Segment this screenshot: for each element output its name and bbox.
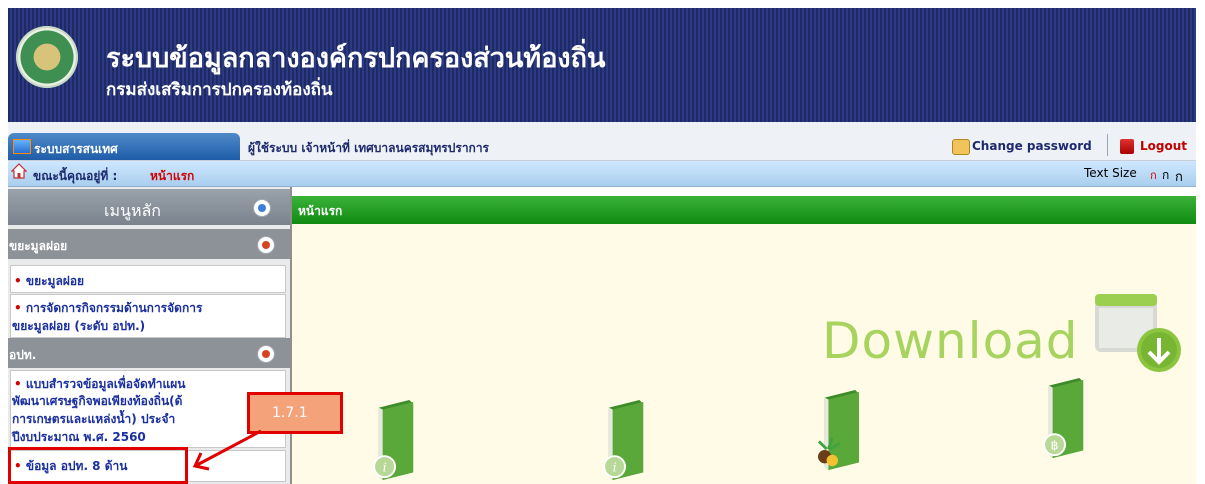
sidebar-section-title[interactable]: ขยะมูลฝอย	[9, 237, 67, 256]
text-size-large[interactable]: ก	[1175, 166, 1183, 187]
section-toggle-icon[interactable]	[257, 236, 275, 254]
text-size-small[interactable]: ก	[1150, 166, 1157, 184]
baht-book-icon[interactable]: ฿	[1040, 378, 1092, 458]
svg-text:i: i	[613, 460, 617, 474]
sidebar-title: เมนูหลัก	[104, 201, 161, 220]
agriculture-book-icon[interactable]	[812, 390, 864, 470]
svg-text:฿: ฿	[1051, 438, 1059, 452]
info-book-icon[interactable]: i	[600, 400, 652, 480]
system-tab-label[interactable]: ระบบสารสนเทศ	[34, 140, 118, 159]
bullet-icon: •	[14, 377, 26, 391]
change-password-link[interactable]: Change password	[972, 139, 1092, 153]
annotation-label: 1.7.1	[272, 405, 308, 421]
text-size-label: Text Size	[1084, 166, 1137, 180]
monitor-icon	[13, 139, 31, 154]
site-title: ระบบข้อมูลกลางองค์กรปกครองส่วนท้องถิ่น	[106, 43, 606, 74]
logout-icon[interactable]	[1120, 139, 1134, 154]
location-label: ขณะนี้คุณอยู่ที่ :	[33, 169, 118, 183]
download-banner-text[interactable]: Download	[822, 312, 1079, 370]
text-size-medium[interactable]: ก	[1162, 166, 1169, 185]
key-folder-icon[interactable]	[952, 139, 970, 155]
main-panel-header	[292, 196, 1196, 224]
section-toggle-icon[interactable]	[257, 345, 275, 363]
bullet-icon: •	[14, 274, 26, 288]
bullet-icon: •	[14, 301, 26, 315]
user-info-text: ผู้ใช้ระบบ เจ้าหน้าที่ เทศบาลนครสมุทรปรา…	[248, 141, 490, 155]
sidebar-section-header[interactable]	[8, 338, 290, 368]
annotation-highlight-box	[8, 447, 188, 484]
sidebar-item-label-cont[interactable]: ปีงบประมาณ พ.ศ. 2560	[12, 428, 146, 447]
department-seal-logo	[16, 26, 78, 88]
home-icon[interactable]	[11, 163, 27, 179]
sidebar-item-label-cont[interactable]: ขยะมูลฝอย (ระดับ อปท.)	[12, 317, 145, 336]
collapse-menu-icon[interactable]	[253, 199, 271, 217]
logout-link[interactable]: Logout	[1140, 139, 1187, 153]
sidebar-item-label-cont[interactable]: พัฒนาเศรษฐกิจพอเพียงท้องถิ่น(ด้	[12, 392, 182, 411]
main-panel-title: หน้าแรก	[298, 204, 343, 218]
sidebar-item-label[interactable]: • การจัดการกิจกรรมด้านการจัดการ	[14, 299, 202, 318]
sidebar-item-label[interactable]: • ขยะมูลฝอย	[14, 272, 84, 291]
site-subtitle: กรมส่งเสริมการปกครองท้องถิ่น	[106, 80, 333, 100]
download-box-icon[interactable]	[1091, 292, 1187, 372]
info-book-icon[interactable]: i	[370, 400, 422, 480]
sidebar-item-label-cont[interactable]: การเกษตรและแหล่งน้ำ) ประจำ	[12, 410, 175, 429]
svg-text:i: i	[383, 460, 387, 474]
sidebar-section-title[interactable]: อปท.	[9, 346, 36, 365]
topbar-divider	[1107, 134, 1108, 156]
location-current-page[interactable]: หน้าแรก	[150, 167, 194, 186]
annotation-arrow	[192, 429, 262, 471]
